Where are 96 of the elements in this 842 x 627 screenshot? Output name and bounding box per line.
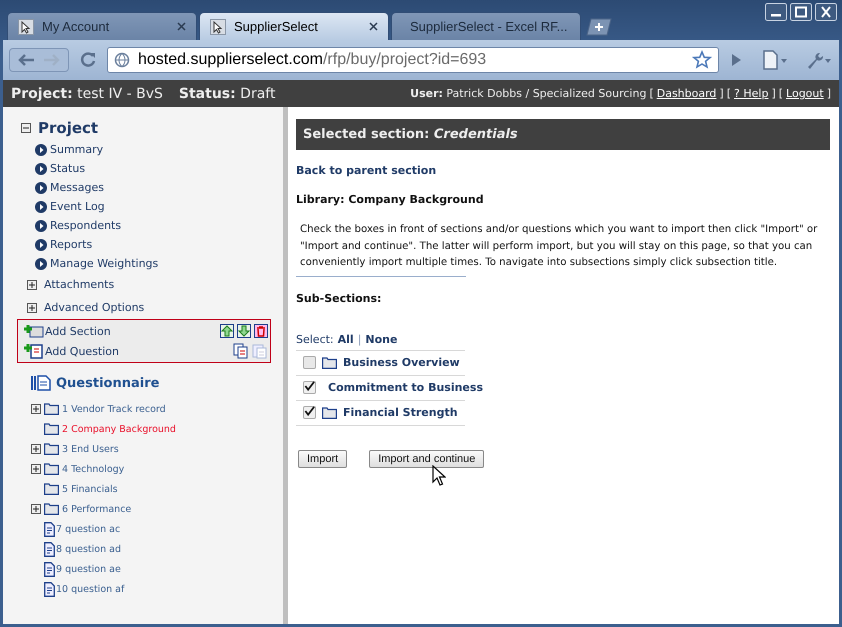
- folder-icon: [322, 356, 337, 368]
- sidebar-group-link[interactable]: Attachments: [44, 278, 114, 291]
- folder-icon: [44, 403, 59, 415]
- import-button[interactable]: Import and continue: [369, 450, 484, 468]
- expand-icon[interactable]: [31, 404, 41, 414]
- expand-icon[interactable]: [31, 464, 41, 474]
- document-icon: [44, 542, 55, 556]
- browser-tab[interactable]: SupplierSelect - Excel RF...: [391, 12, 581, 40]
- close-button[interactable]: [815, 3, 837, 21]
- delete-button[interactable]: [254, 324, 268, 338]
- status-label: Status: Draft: [178, 86, 276, 102]
- select-all-link[interactable]: All: [338, 332, 354, 346]
- expand-icon[interactable]: [27, 280, 37, 290]
- cursor-icon: [18, 18, 34, 34]
- checkbox[interactable]: [303, 406, 316, 419]
- back-icon[interactable]: [16, 52, 36, 68]
- header-link[interactable]: Logout: [786, 87, 824, 100]
- folder-icon: [322, 406, 337, 418]
- section-title-bar: Selected section: Credentials: [296, 119, 830, 150]
- bracket-text: [: [726, 87, 732, 100]
- move-up-button[interactable]: [220, 324, 234, 338]
- sidebar-group-link[interactable]: Advanced Options: [44, 301, 144, 314]
- subsection-link[interactable]: Financial Strength: [343, 406, 458, 419]
- bracket-text: ]: [826, 87, 831, 100]
- bracket-text: [: [649, 87, 654, 100]
- action-link[interactable]: Add Section: [45, 324, 111, 338]
- project-label: Project: test IV - BvS: [11, 86, 163, 102]
- library-label: Library: Company Background: [296, 193, 485, 206]
- collapse-icon[interactable]: [21, 123, 31, 133]
- user-info: User: Patrick Dobbs / Specialized Sourcing: [410, 87, 646, 100]
- globe-icon: [114, 52, 130, 68]
- import-button[interactable]: Import: [298, 450, 348, 468]
- browser-tab[interactable]: My Account: [7, 12, 197, 40]
- folder-icon: [44, 503, 59, 515]
- tree-item[interactable]: 1 Vendor Track record: [62, 404, 166, 414]
- page-menu-icon[interactable]: [761, 50, 789, 70]
- expand-icon[interactable]: [31, 444, 41, 454]
- sidebar-link[interactable]: Event Log: [50, 200, 105, 213]
- folder-icon: [44, 483, 59, 495]
- select-label: Select:: [296, 332, 334, 346]
- document-icon: [44, 562, 55, 576]
- questionnaire-heading: Questionnaire: [56, 376, 160, 390]
- star-icon[interactable]: [692, 50, 712, 70]
- bracket-text: ]: [719, 87, 724, 100]
- sidebar-link[interactable]: Status: [50, 162, 86, 175]
- document-icon: [44, 522, 55, 536]
- sidebar-link[interactable]: Reports: [50, 238, 92, 251]
- copy-icon[interactable]: [233, 343, 249, 359]
- tree-item[interactable]: 6 Performance: [62, 504, 132, 514]
- tree-item[interactable]: 10 question af: [56, 584, 124, 594]
- checkbox[interactable]: [303, 381, 316, 394]
- select-none-link[interactable]: None: [365, 332, 398, 346]
- tree-item[interactable]: 7 question ac: [56, 524, 120, 534]
- project-heading: Project: [38, 119, 98, 137]
- address-bar[interactable]: hosted.supplierselect.com/rfp/buy/project?id=693: [107, 47, 719, 73]
- bracket-text: ]: [771, 87, 776, 100]
- cursor-icon: [210, 18, 226, 34]
- close-icon[interactable]: [369, 22, 378, 31]
- header-link[interactable]: ? Help: [734, 87, 768, 100]
- separator-text: |: [358, 332, 362, 346]
- document-icon: [44, 582, 55, 596]
- back-link[interactable]: Back to parent section: [296, 164, 830, 177]
- instructions-text: Check the boxes in front of sections and/or questions which you want to import then click "Import" or "Import and continue". The latter will perform import, but you will stay on this page, so that you can conveniently import multiple times. To navigate into subsections simply click subsection title.: [300, 223, 818, 270]
- add-folder-icon: [24, 324, 44, 338]
- move-down-button[interactable]: [237, 324, 251, 338]
- tree-item[interactable]: 9 question ae: [56, 564, 121, 574]
- folder-icon: [44, 463, 59, 475]
- close-icon[interactable]: [177, 22, 186, 31]
- expand-icon[interactable]: [27, 302, 37, 312]
- folder-icon: [44, 443, 59, 455]
- sub-sections-label: Sub-Sections:: [296, 292, 382, 304]
- tree-item[interactable]: 3 End Users: [62, 444, 119, 454]
- mouse-pointer-icon: [432, 464, 446, 486]
- action-link[interactable]: Add Question: [45, 344, 119, 358]
- expand-icon[interactable]: [31, 504, 41, 514]
- bracket-text: [: [778, 87, 784, 100]
- subsection-link[interactable]: Business Overview: [343, 356, 460, 369]
- minimize-button[interactable]: [765, 3, 787, 21]
- add-question-icon: [24, 343, 44, 359]
- header-link[interactable]: Dashboard: [656, 87, 716, 100]
- questionnaire-icon: [31, 375, 51, 391]
- subsection-link[interactable]: Commitment to Business: [328, 381, 483, 394]
- sidebar-link[interactable]: Manage Weightings: [50, 257, 158, 270]
- navigation-buttons[interactable]: [9, 48, 69, 72]
- checkbox[interactable]: [303, 356, 316, 369]
- tree-item[interactable]: 2 Company Background: [62, 424, 176, 434]
- folder-icon: [44, 423, 59, 435]
- tree-item[interactable]: 4 Technology: [62, 464, 124, 474]
- sidebar-link[interactable]: Summary: [50, 143, 104, 156]
- tree-item[interactable]: 5 Financials: [62, 484, 118, 494]
- maximize-button[interactable]: [790, 3, 812, 21]
- sidebar-link[interactable]: Messages: [50, 181, 104, 194]
- tree-item[interactable]: 8 question ad: [56, 544, 121, 554]
- browser-tab[interactable]: SupplierSelect: [199, 12, 389, 40]
- sidebar-link[interactable]: Respondents: [50, 219, 122, 232]
- new-tab-button[interactable]: [585, 18, 613, 36]
